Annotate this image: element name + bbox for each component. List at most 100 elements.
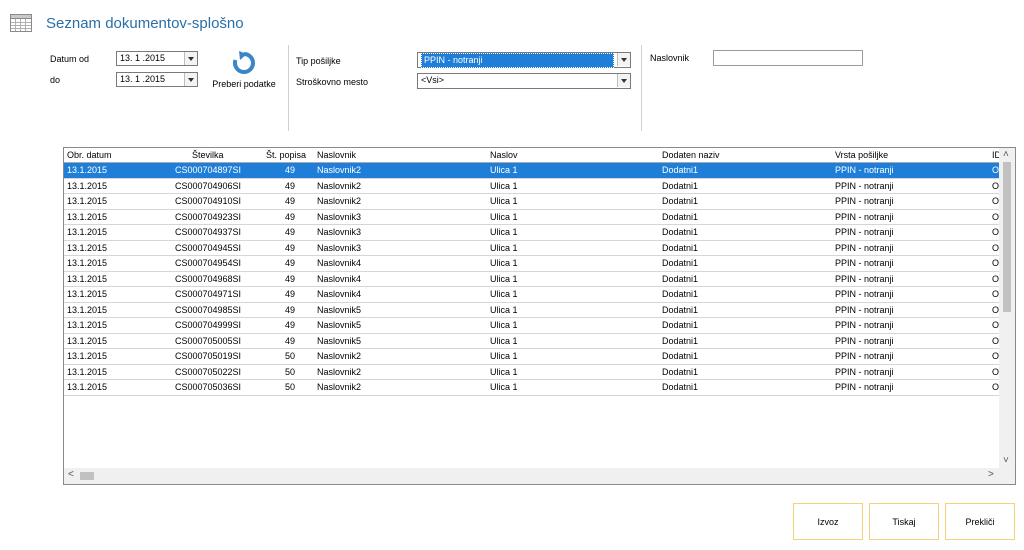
- do-label: do: [50, 75, 61, 85]
- dodaten-naziv-cell: Dodatni1: [662, 273, 699, 284]
- dodaten-naziv-cell: Dodatni1: [662, 242, 699, 253]
- table-row[interactable]: 13.1.2015 CS000704999SI 49 Naslovnik5 Ulica …: [64, 318, 1000, 334]
- popis-cell: 49: [284, 180, 295, 191]
- popis-cell: 49: [284, 258, 295, 268]
- column-header[interactable]: Naslovnik: [317, 150, 356, 160]
- date-cell: 13.1.2015: [67, 382, 108, 392]
- naslovnik-cell: Naslovnik5: [317, 320, 362, 330]
- number-cell: CS000705005SI: [175, 335, 242, 346]
- id-cell: O: [992, 320, 1000, 330]
- chevron-down-icon[interactable]: [184, 73, 197, 86]
- datum-do-value: 13. 1 .2015: [120, 74, 166, 84]
- chevron-down-icon[interactable]: [184, 52, 197, 65]
- stroskovno-mesto-select[interactable]: <Vsi>: [417, 73, 631, 89]
- chevron-down-icon[interactable]: [617, 53, 630, 66]
- number-cell: CS000704910SI: [175, 196, 242, 206]
- table-row[interactable]: 13.1.2015 CS000704906SI 49 Naslovnik2 Ulica …: [64, 179, 1000, 194]
- table-row[interactable]: 13.1.2015 CS000704923SI 49 Naslovnik3 Ulica …: [64, 210, 1000, 225]
- izvoz-button[interactable]: Izvoz: [793, 503, 863, 540]
- table-row[interactable]: 13.1.2015 CS000705022SI 50 Naslovnik2 Ulica …: [64, 365, 1000, 380]
- naslovnik-label: Naslovnik: [650, 53, 690, 63]
- table-row[interactable]: 13.1.2015 CS000704971SI 49 Naslovnik4 Ulica …: [64, 287, 1000, 303]
- number-cell: CS000704954SI: [175, 258, 242, 268]
- chevron-right-icon[interactable]: ˃: [988, 470, 994, 480]
- naslov-cell: Ulica 1: [490, 227, 518, 237]
- window-title-bar: Seznam dokumentov-splošno: [10, 10, 244, 36]
- table-row[interactable]: 13.1.2015 CS000704954SI 49 Naslovnik4 Ulica …: [64, 256, 1000, 272]
- naslov-cell: Ulica 1: [490, 289, 518, 299]
- table-row[interactable]: 13.1.2015 CS000705019SI 50 Naslovnik2 Ulica …: [64, 349, 1000, 365]
- column-header[interactable]: Št. popisa: [266, 150, 306, 160]
- number-cell: CS000705036SI: [175, 382, 242, 392]
- table-row[interactable]: 13.1.2015 CS000704937SI 49 Naslovnik3 Ulica …: [64, 225, 1000, 241]
- datum-od-picker[interactable]: 13. 1 .2015: [116, 51, 198, 66]
- refresh-icon: [233, 51, 255, 74]
- popis-cell: 49: [284, 196, 295, 206]
- naslovnik-cell: Naslovnik2: [317, 382, 362, 392]
- divider: [288, 45, 289, 131]
- naslovnik-cell: Naslovnik2: [317, 165, 362, 175]
- date-cell: 13.1.2015: [67, 366, 108, 377]
- popis-cell: 49: [284, 273, 295, 284]
- popis-cell: 49: [284, 242, 295, 253]
- vrsta-posiljke-cell: PPIN - notranji: [835, 180, 894, 191]
- vrsta-posiljke-cell: PPIN - notranji: [835, 351, 894, 361]
- date-cell: 13.1.2015: [67, 289, 108, 299]
- chevron-down-icon[interactable]: ˅: [1003, 456, 1009, 466]
- naslovnik-cell: Naslovnik4: [317, 273, 362, 284]
- column-header[interactable]: Dodaten naziv: [662, 150, 720, 160]
- naslov-cell: Ulica 1: [490, 165, 518, 175]
- vrsta-posiljke-cell: PPIN - notranji: [835, 366, 894, 377]
- table-row[interactable]: 13.1.2015 CS000704968SI 49 Naslovnik4 Ulica …: [64, 272, 1000, 287]
- tip-posiljke-value: PPIN - notranji: [421, 53, 614, 68]
- documents-table[interactable]: Obr. datum Številka Št. popisa Naslovnik…: [63, 147, 1016, 485]
- date-cell: 13.1.2015: [67, 211, 108, 222]
- table-row[interactable]: 13.1.2015 CS000705036SI 50 Naslovnik2 Ulica …: [64, 380, 1000, 396]
- chevron-left-icon[interactable]: ˂: [68, 470, 74, 480]
- divider: [641, 45, 642, 131]
- scroll-thumb[interactable]: [80, 472, 94, 480]
- dodaten-naziv-cell: Dodatni1: [662, 196, 699, 206]
- number-cell: CS000704937SI: [175, 227, 242, 237]
- naslov-cell: Ulica 1: [490, 211, 518, 222]
- naslovnik-input[interactable]: [713, 50, 863, 66]
- table-row[interactable]: 13.1.2015 CS000705005SI 49 Naslovnik5 Ulica …: [64, 334, 1000, 349]
- table-header: Obr. datum Številka Št. popisa Naslovnik…: [64, 148, 1001, 163]
- dodaten-naziv-cell: Dodatni1: [662, 320, 699, 330]
- chevron-down-icon[interactable]: [617, 74, 630, 87]
- table-row[interactable]: 13.1.2015 CS000704910SI 49 Naslovnik2 Ulica …: [64, 194, 1000, 210]
- vrsta-posiljke-cell: PPIN - notranji: [835, 258, 894, 268]
- calendar-grid-icon: [10, 14, 32, 32]
- dodaten-naziv-cell: Dodatni1: [662, 335, 699, 346]
- table-row[interactable]: 13.1.2015 CS000704945SI 49 Naslovnik3 Ulica …: [64, 241, 1000, 256]
- id-cell: O: [992, 289, 1000, 299]
- naslovnik-cell: Naslovnik2: [317, 180, 362, 191]
- chevron-up-icon[interactable]: ˄: [1003, 150, 1009, 160]
- tip-posiljke-select[interactable]: PPIN - notranji: [417, 52, 631, 68]
- table-row[interactable]: 13.1.2015 CS000704985SI 49 Naslovnik5 Ulica …: [64, 303, 1000, 318]
- preklici-button[interactable]: Prekliči: [945, 503, 1015, 540]
- vrsta-posiljke-cell: PPIN - notranji: [835, 211, 894, 222]
- date-cell: 13.1.2015: [67, 227, 108, 237]
- number-cell: CS000704945SI: [175, 242, 242, 253]
- tiskaj-button[interactable]: Tiskaj: [869, 503, 939, 540]
- column-header[interactable]: Vrsta pošiljke: [835, 150, 888, 160]
- horizontal-scrollbar[interactable]: ˂ ˃: [64, 468, 1000, 484]
- refresh-button[interactable]: Preberi podatke: [206, 50, 282, 89]
- id-cell: O: [992, 196, 1000, 206]
- naslov-cell: Ulica 1: [490, 335, 518, 346]
- popis-cell: 49: [284, 211, 295, 222]
- table-row[interactable]: 13.1.2015 CS000704897SI 49 Naslovnik2 Ulica …: [64, 163, 1000, 179]
- column-header[interactable]: Naslov: [490, 150, 518, 160]
- naslovnik-cell: Naslovnik3: [317, 227, 362, 237]
- naslovnik-cell: Naslovnik5: [317, 304, 362, 315]
- column-header[interactable]: Številka: [192, 150, 224, 160]
- vertical-scrollbar[interactable]: ˄ ˅: [999, 148, 1015, 470]
- column-header[interactable]: Obr. datum: [67, 150, 112, 160]
- dodaten-naziv-cell: Dodatni1: [662, 289, 699, 299]
- naslov-cell: Ulica 1: [490, 258, 518, 268]
- popis-cell: 49: [284, 165, 295, 175]
- naslov-cell: Ulica 1: [490, 366, 518, 377]
- datum-do-picker[interactable]: 13. 1 .2015: [116, 72, 198, 87]
- scroll-thumb[interactable]: [1003, 162, 1011, 312]
